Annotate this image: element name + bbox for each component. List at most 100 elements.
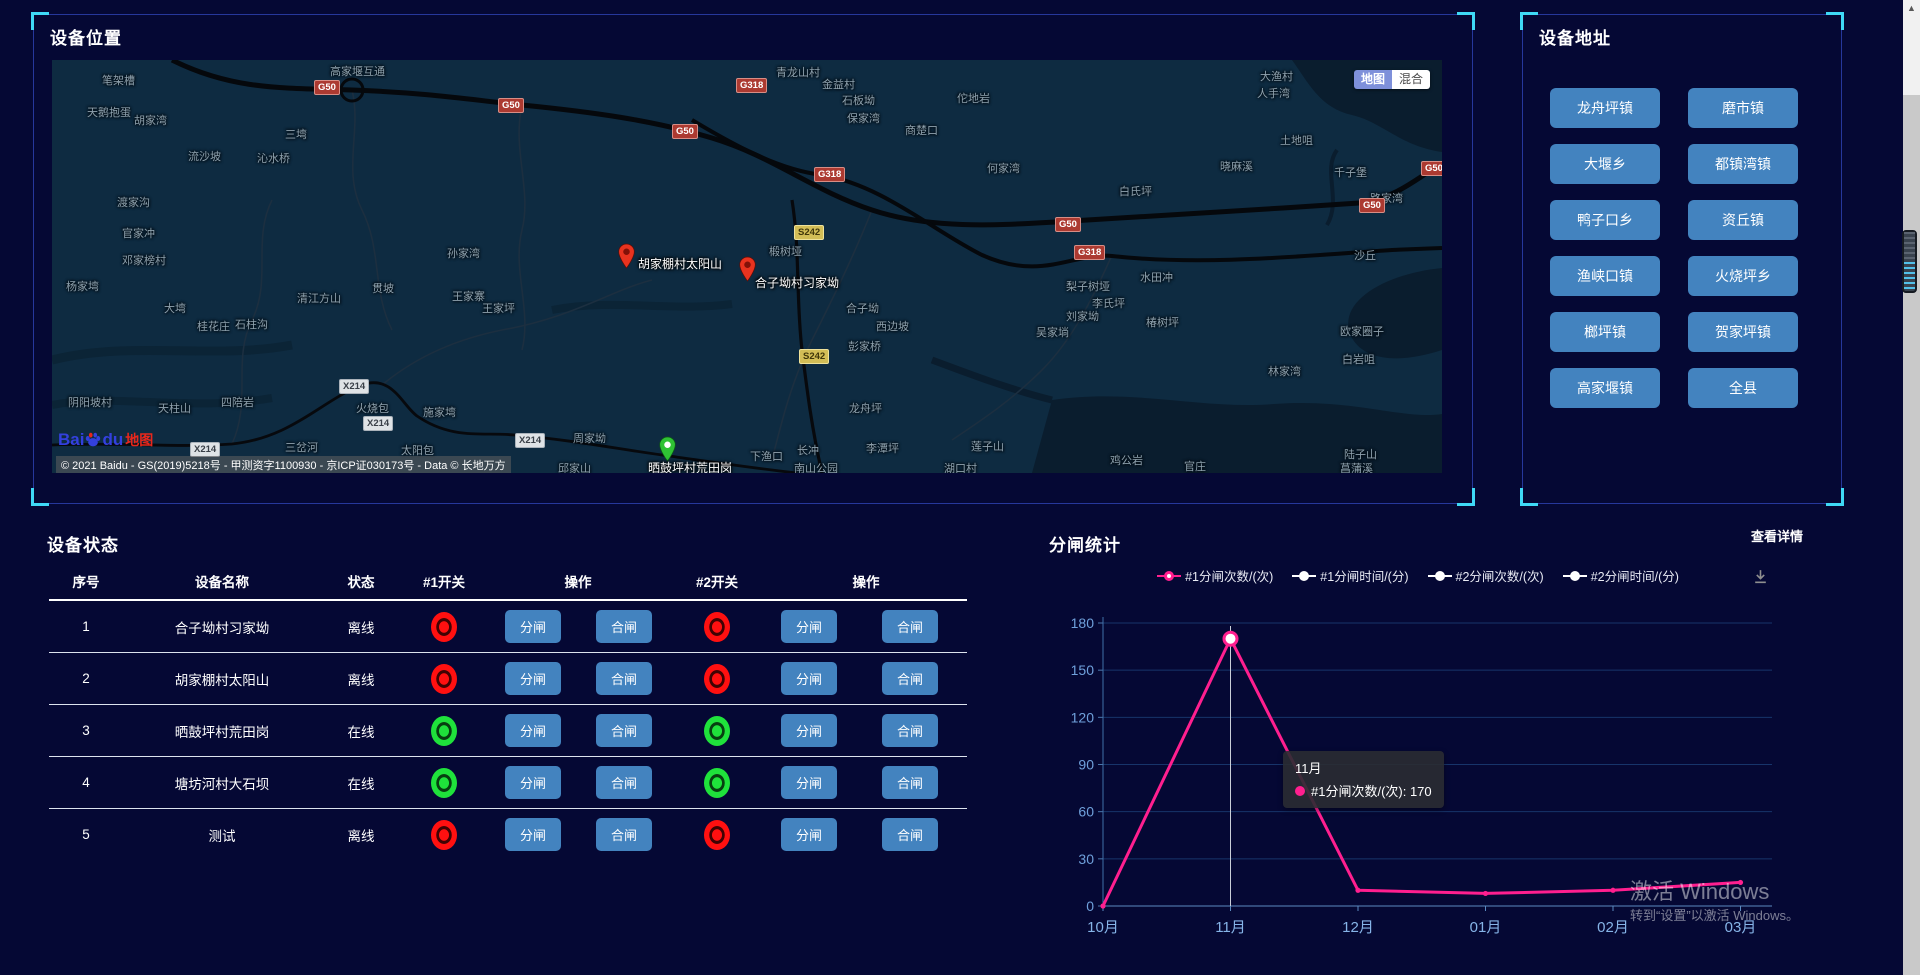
led-green-icon [704,716,730,746]
address-button-10[interactable]: 贺家坪镇 [1688,312,1798,352]
svg-text:90: 90 [1078,757,1094,773]
scrollbar-up-arrow[interactable]: ▲ [1903,3,1920,13]
baidu-logo-map-word: 地图 [125,430,153,450]
close-switch2-button[interactable]: 合闸 [882,714,938,747]
road-badge-g50: G50 [498,98,524,113]
download-icon[interactable] [1752,568,1769,590]
legend-item-2[interactable]: #1分闸时间/(分) [1292,566,1408,585]
open-switch2-button[interactable]: 分闸 [781,610,837,643]
open-switch2-button[interactable]: 分闸 [781,766,837,799]
table-header-row: 序号 设备名称 状态 #1开关 操作 #2开关 操作 [49,563,967,601]
map-marker-red[interactable] [618,243,635,269]
led-red-icon [431,664,457,694]
address-button-1[interactable]: 龙舟坪镇 [1550,88,1660,128]
open-switch1-button[interactable]: 分闸 [505,610,561,643]
row-device-name: 合子坳村习家坳 [123,617,321,637]
open-switch2-button[interactable]: 分闸 [781,818,837,851]
open-switch1-button[interactable]: 分闸 [505,818,561,851]
device-address-title: 设备地址 [1539,24,1611,49]
open-switch2-button[interactable]: 分闸 [781,662,837,695]
address-button-11[interactable]: 高家堰镇 [1550,368,1660,408]
close-switch1-button[interactable]: 合闸 [596,818,652,851]
corner-decoration [1520,488,1538,506]
corner-decoration [1457,12,1475,30]
road-badge-g50: G50 [1055,217,1081,232]
stats-title: 分闸统计 [1049,531,1121,556]
legend-label: #1分闸时间/(分) [1320,566,1408,585]
address-button-7[interactable]: 渔峡口镇 [1550,256,1660,296]
corner-decoration [1520,12,1538,30]
legend-label: #1分闸次数/(次) [1185,566,1273,585]
baidu-map[interactable]: 笔架槽高家堰互通天鹅抱蛋胡家湾三塆流沙坡沁水桥青龙山村金益村石板坳佗地岩大渔村人… [52,60,1442,473]
close-switch2-button[interactable]: 合闸 [882,662,938,695]
cell-close2: 合闸 [853,662,967,695]
row-no: 2 [49,671,123,686]
device-address-panel: 设备地址 龙舟坪镇磨市镇大堰乡都镇湾镇鸭子口乡资丘镇渔峡口镇火烧坪乡榔坪镇贺家坪… [1522,14,1842,504]
switch1-indicator [401,664,487,694]
close-switch2-button[interactable]: 合闸 [882,818,938,851]
legend-label: #2分闸时间/(分) [1591,566,1679,585]
address-button-2[interactable]: 磨市镇 [1688,88,1798,128]
road-badge-s242: S242 [794,225,824,240]
corner-decoration [1826,488,1844,506]
view-details-link[interactable]: 查看详情 [1751,526,1803,545]
address-button-8[interactable]: 火烧坪乡 [1688,256,1798,296]
legend-item-3[interactable]: #2分闸次数/(次) [1428,566,1544,585]
cell-close1: 合闸 [579,818,669,851]
close-switch1-button[interactable]: 合闸 [596,714,652,747]
chart-legend: #1分闸次数/(次) #1分闸时间/(分) #2分闸次数/(次) #2分闸时间/(分) [1148,566,1688,585]
header-status: 状态 [321,571,401,591]
device-status-title: 设备状态 [47,531,119,556]
cell-open2: 分闸 [765,818,853,851]
device-status-table: 序号 设备名称 状态 #1开关 操作 #2开关 操作 1合子坳村习家坳离线分闸合… [49,563,967,860]
cell-open1: 分闸 [487,818,579,851]
address-button-3[interactable]: 大堰乡 [1550,144,1660,184]
open-switch2-button[interactable]: 分闸 [781,714,837,747]
cell-close2: 合闸 [853,714,967,747]
mini-slider-widget[interactable] [1902,230,1917,293]
windows-activation-watermark-sub: 转到“设置”以激活 Windows。 [1630,905,1799,924]
row-device-name: 测试 [123,825,321,845]
map-type-map-button[interactable]: 地图 [1354,70,1392,89]
legend-marker-icon [1428,571,1452,581]
cell-open2: 分闸 [765,766,853,799]
page-scrollbar[interactable]: ▲ [1903,0,1920,975]
map-type-hybrid-button[interactable]: 混合 [1392,70,1430,89]
svg-text:0: 0 [1086,898,1094,914]
address-button-4[interactable]: 都镇湾镇 [1688,144,1798,184]
row-status: 离线 [321,617,401,637]
corner-decoration [31,12,49,30]
close-switch1-button[interactable]: 合闸 [596,766,652,799]
close-switch2-button[interactable]: 合闸 [882,610,938,643]
svg-text:01月: 01月 [1470,919,1502,936]
mini-slider-top [1904,232,1915,262]
open-switch1-button[interactable]: 分闸 [505,766,561,799]
scrollbar-thumb[interactable] [1903,95,1920,975]
road-badge-g318: G318 [736,78,767,93]
open-switch1-button[interactable]: 分闸 [505,662,561,695]
header-device-name: 设备名称 [123,571,321,591]
address-button-6[interactable]: 资丘镇 [1688,200,1798,240]
legend-item-4[interactable]: #2分闸时间/(分) [1563,566,1679,585]
legend-label: #2分闸次数/(次) [1456,566,1544,585]
address-button-5[interactable]: 鸭子口乡 [1550,200,1660,240]
legend-marker-icon [1563,571,1587,581]
switch1-indicator [401,768,487,798]
map-marker-red[interactable] [739,256,756,282]
baidu-logo-text: du [102,430,123,450]
cell-open2: 分闸 [765,714,853,747]
close-switch2-button[interactable]: 合闸 [882,766,938,799]
road-badge-s242: S242 [799,349,829,364]
svg-text:02月: 02月 [1597,919,1629,936]
road-badge-g50: G50 [314,80,340,95]
address-button-9[interactable]: 榔坪镇 [1550,312,1660,352]
legend-item-1[interactable]: #1分闸次数/(次) [1157,566,1273,585]
close-switch1-button[interactable]: 合闸 [596,610,652,643]
legend-marker-icon [1292,571,1316,581]
road-badge-x214: X214 [190,442,220,457]
switch1-indicator [401,612,487,642]
open-switch1-button[interactable]: 分闸 [505,714,561,747]
switch2-indicator [669,612,765,642]
address-button-12[interactable]: 全县 [1688,368,1798,408]
close-switch1-button[interactable]: 合闸 [596,662,652,695]
